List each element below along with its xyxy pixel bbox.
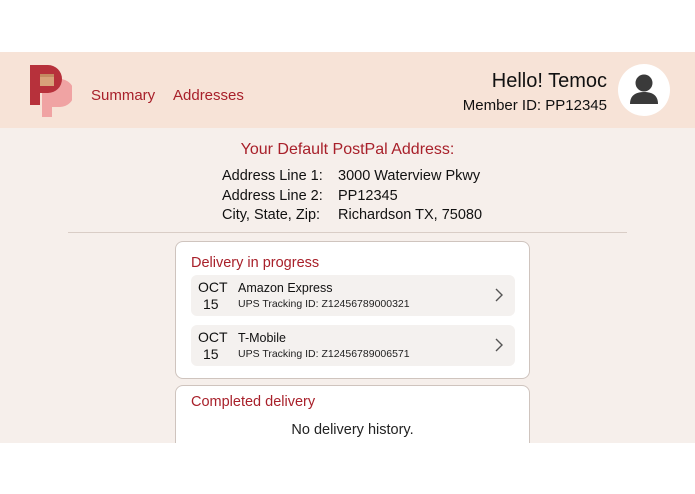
chevron-right-icon[interactable]: [495, 288, 503, 302]
delivery-sender: Amazon Express: [238, 281, 333, 295]
address-value: Richardson TX, 75080: [338, 207, 483, 223]
address-label: Address Line 1:: [222, 168, 323, 184]
delivery-month: OCT: [198, 279, 228, 295]
nav-summary-link[interactable]: Summary: [91, 87, 155, 104]
nav-addresses-link[interactable]: Addresses: [173, 87, 244, 104]
app-screen: Summary Addresses Hello! Temoc Member ID…: [0, 52, 695, 443]
address-value: 3000 Waterview Pkwy: [338, 168, 481, 184]
delivery-day: 15: [203, 346, 219, 362]
address-value: PP12345: [338, 188, 398, 204]
default-address-title: Your Default PostPal Address:: [240, 141, 455, 158]
delivery-sender: T-Mobile: [238, 331, 286, 345]
user-avatar-icon: [630, 74, 658, 104]
in-progress-title: Delivery in progress: [191, 255, 320, 271]
user-avatar[interactable]: [618, 64, 670, 116]
empty-history-text: No delivery history.: [291, 422, 414, 438]
delivery-item[interactable]: OCT 15 T-Mobile UPS Tracking ID: Z124567…: [191, 325, 515, 366]
postpal-logo[interactable]: [30, 65, 72, 117]
delivery-tracking-id: UPS Tracking ID: Z12456789000321: [238, 298, 410, 310]
delivery-month: OCT: [198, 329, 228, 345]
top-header: Summary Addresses Hello! Temoc Member ID…: [0, 52, 695, 128]
delivery-in-progress-card: Delivery in progress OCT 15 Amazon Expre…: [175, 241, 530, 379]
member-id-text: Member ID: PP12345: [462, 97, 607, 114]
delivery-day: 15: [203, 296, 219, 312]
delivery-item[interactable]: OCT 15 Amazon Express UPS Tracking ID: Z…: [191, 275, 515, 316]
completed-delivery-card: Completed delivery No delivery history.: [175, 385, 530, 443]
address-label: Address Line 2:: [222, 188, 323, 204]
delivery-tracking-id: UPS Tracking ID: Z12456789006571: [238, 348, 410, 360]
greeting-text: Hello! Temoc: [491, 70, 607, 92]
completed-title: Completed delivery: [191, 394, 316, 410]
section-divider: [68, 232, 627, 233]
chevron-right-icon[interactable]: [495, 338, 503, 352]
address-label: City, State, Zip:: [222, 207, 321, 223]
